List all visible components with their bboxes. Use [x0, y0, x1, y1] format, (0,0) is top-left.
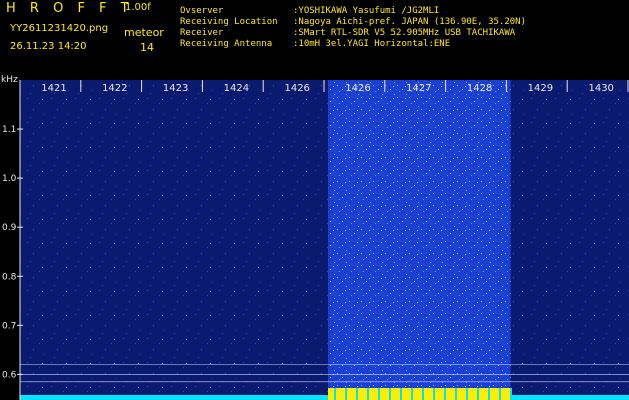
noise-burst-region [328, 80, 511, 400]
x-tick-label: 1428 [467, 83, 492, 94]
burst-tick [378, 388, 380, 400]
x-tick-label: 1422 [102, 83, 127, 94]
burst-tick [433, 388, 435, 400]
burst-tick [422, 388, 424, 400]
spectrogram-field [20, 80, 629, 400]
burst-trace [328, 388, 511, 400]
y-tick-label: 0.7 [2, 321, 16, 331]
x-tick-label: 1429 [528, 83, 553, 94]
x-tick-label: 1427 [406, 83, 431, 94]
y-tick-label: 0.6 [2, 370, 17, 380]
burst-tick [455, 388, 457, 400]
x-tick-label: 1421 [41, 83, 66, 94]
y-tick-label: 0.8 [2, 272, 17, 282]
burst-tick [367, 388, 369, 400]
burst-tick [411, 388, 413, 400]
y-tick-label: 0.9 [2, 223, 17, 233]
x-tick-label: 1430 [588, 83, 613, 94]
signal-trace [20, 395, 629, 400]
x-tick-label: 1424 [224, 83, 249, 94]
burst-tick [356, 388, 358, 400]
x-tick-label: 1423 [163, 83, 188, 94]
x-tick-label: 1426 [284, 83, 309, 94]
burst-tick [477, 388, 479, 400]
burst-tick [488, 388, 490, 400]
spectrogram-plot: 1421 1422 1423 1424 1426 1426 1427 1428 1429 1430… [2, 80, 629, 400]
burst-tick [389, 388, 391, 400]
burst-tick [510, 388, 512, 400]
x-tick-label: 1426 [345, 83, 370, 94]
burst-tick [334, 388, 336, 400]
burst-tick [345, 388, 347, 400]
y-tick-label: 1.0 [2, 174, 17, 184]
burst-tick [466, 388, 468, 400]
y-tick-label: 1.1 [2, 125, 16, 135]
burst-tick [444, 388, 446, 400]
burst-tick [400, 388, 402, 400]
burst-tick [499, 388, 501, 400]
